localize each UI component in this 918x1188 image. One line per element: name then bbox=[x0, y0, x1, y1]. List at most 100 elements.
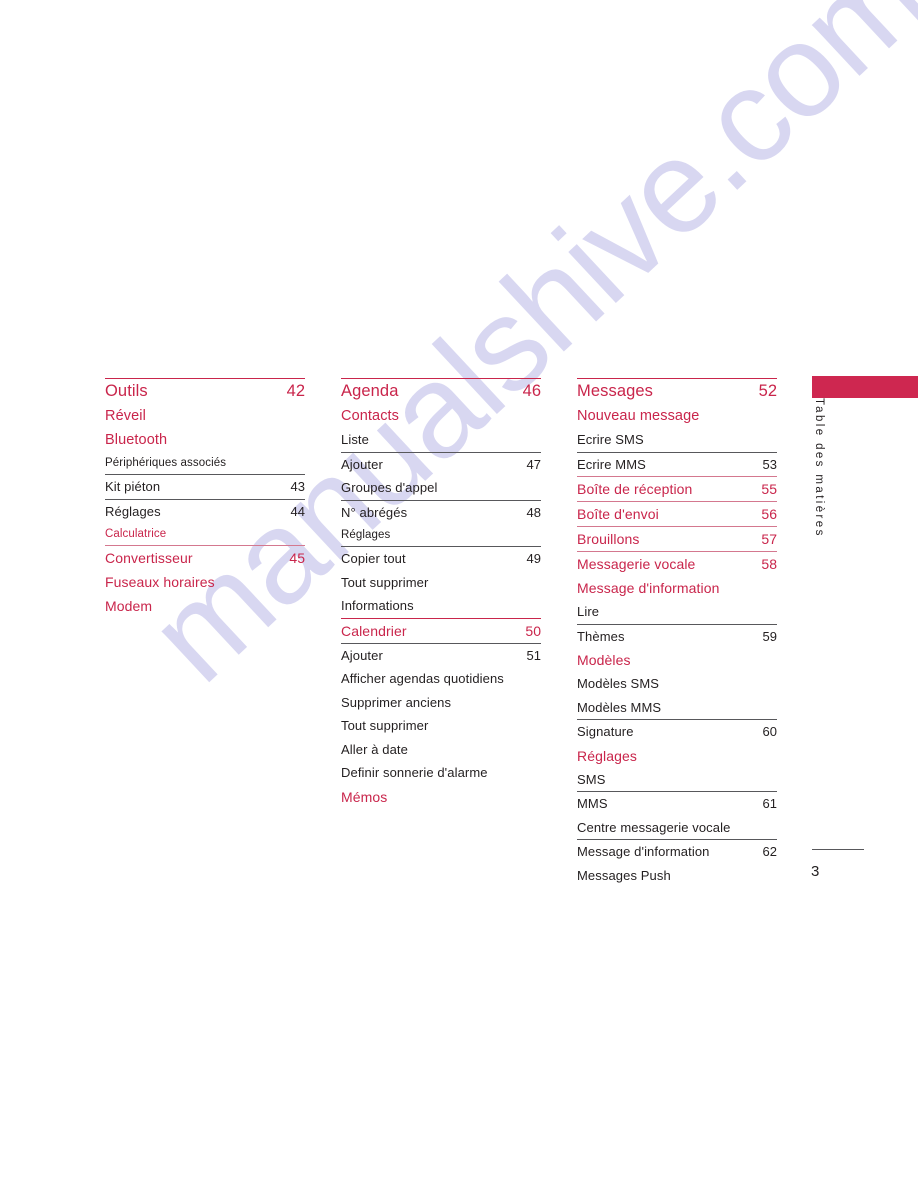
toc-entry[interactable]: Réglages bbox=[577, 744, 777, 768]
toc-entry-page: 43 bbox=[290, 479, 305, 494]
toc-entry[interactable]: Réglages bbox=[341, 524, 541, 546]
toc-column-1: Outils 42 Réveil Bluetooth Périphériques ass… bbox=[105, 378, 305, 887]
toc-entry[interactable]: Messagerie vocale 58 bbox=[577, 551, 777, 576]
toc-entry[interactable]: Ajouter 47 bbox=[341, 451, 541, 477]
toc-entry-page: 58 bbox=[761, 556, 777, 572]
toc-entry-page: 51 bbox=[526, 647, 541, 663]
toc-entry-label: Outils bbox=[105, 382, 148, 400]
toc-entry[interactable]: Agenda 46 bbox=[341, 378, 541, 404]
toc-entry[interactable]: Modèles bbox=[577, 648, 777, 672]
toc-entry-label: Réglages bbox=[341, 529, 391, 541]
toc-entry[interactable]: Boîte d'envoi 56 bbox=[577, 501, 777, 526]
toc-entry[interactable]: N° abrégés 48 bbox=[341, 499, 541, 525]
toc-entry-label: Brouillons bbox=[577, 531, 640, 547]
toc-entry-page: 49 bbox=[526, 551, 541, 566]
section-tab-label: Table des matières bbox=[806, 398, 832, 548]
toc-entry-label: MMS bbox=[577, 796, 608, 811]
toc-entry[interactable]: Signature 60 bbox=[577, 719, 777, 744]
toc-entry-page: 61 bbox=[762, 796, 777, 811]
page-number: 3 bbox=[811, 863, 820, 880]
toc-entry[interactable]: Brouillons 57 bbox=[577, 526, 777, 551]
toc-entry-label: Message d'information bbox=[577, 844, 710, 859]
toc-entry-page: 47 bbox=[526, 456, 541, 472]
toc-entry-label: Réglages bbox=[577, 747, 637, 764]
toc-entry-page: 45 bbox=[289, 550, 305, 566]
toc-entry[interactable]: Calendrier 50 bbox=[341, 617, 541, 643]
toc-entry[interactable]: Tout supprimer bbox=[341, 714, 541, 738]
section-tab-text: Table des matières bbox=[813, 398, 825, 538]
toc-entry[interactable]: Centre messagerie vocale bbox=[577, 816, 777, 840]
toc-entry-label: Réveil bbox=[105, 408, 146, 424]
toc-entry-label: Convertisseur bbox=[105, 550, 193, 566]
toc-entry-label: Ajouter bbox=[341, 456, 383, 472]
toc-entry-page: 59 bbox=[762, 628, 777, 644]
toc-entry-label: Modèles MMS bbox=[577, 699, 662, 715]
toc-entry[interactable]: Ecrire SMS bbox=[577, 428, 777, 452]
toc-entry-label: Contacts bbox=[341, 408, 400, 424]
toc-entry-label: Calendrier bbox=[341, 622, 407, 639]
toc-entry[interactable]: Copier tout 49 bbox=[341, 546, 541, 571]
toc-entry[interactable]: Thèmes 59 bbox=[577, 623, 777, 649]
toc-entry[interactable]: Contacts bbox=[341, 404, 541, 428]
toc-entry-label: Thèmes bbox=[577, 628, 625, 644]
toc-entry[interactable]: Réglages 44 bbox=[105, 498, 305, 524]
toc-entry-label: Groupes d'appel bbox=[341, 480, 438, 495]
toc-entry[interactable]: Message d'information bbox=[577, 576, 777, 600]
toc-entry-page: 55 bbox=[761, 481, 777, 497]
toc-entry[interactable]: Fuseaux horaires bbox=[105, 570, 305, 594]
toc-entry[interactable]: Périphériques associés bbox=[105, 452, 305, 474]
table-of-contents: Outils 42 Réveil Bluetooth Périphériques ass… bbox=[105, 378, 777, 887]
toc-entry-label: Ajouter bbox=[341, 647, 383, 663]
toc-entry[interactable]: Mémos bbox=[341, 785, 541, 809]
toc-entry-label: Definir sonnerie d'alarme bbox=[341, 765, 488, 780]
toc-entry[interactable]: Messages 52 bbox=[577, 378, 777, 404]
toc-entry[interactable]: Tout supprimer bbox=[341, 571, 541, 595]
toc-entry[interactable]: Boîte de réception 55 bbox=[577, 476, 777, 501]
toc-entry-label: Ecrire SMS bbox=[577, 432, 644, 447]
toc-entry-label: Tout supprimer bbox=[341, 574, 429, 590]
toc-entry-label: Calculatrice bbox=[105, 528, 167, 540]
toc-entry[interactable]: Liste bbox=[341, 428, 541, 452]
toc-entry-label: Périphériques associés bbox=[105, 457, 227, 469]
toc-entry[interactable]: Nouveau message bbox=[577, 404, 777, 428]
toc-entry[interactable]: Outils 42 bbox=[105, 378, 305, 404]
footer-divider bbox=[812, 849, 864, 850]
toc-entry-label: Bluetooth bbox=[105, 432, 168, 448]
toc-entry[interactable]: Lire bbox=[577, 600, 777, 624]
toc-entry[interactable]: SMS bbox=[577, 768, 777, 792]
toc-entry-page: 52 bbox=[758, 382, 777, 400]
toc-entry-label: SMS bbox=[577, 771, 606, 787]
toc-entry[interactable]: Afficher agendas quotidiens bbox=[341, 667, 541, 691]
toc-entry-label: Liste bbox=[341, 432, 369, 447]
toc-entry-page: 62 bbox=[762, 844, 777, 859]
toc-entry[interactable]: Supprimer anciens bbox=[341, 691, 541, 715]
toc-entry[interactable]: Ajouter 51 bbox=[341, 642, 541, 668]
toc-entry[interactable]: Definir sonnerie d'alarme bbox=[341, 761, 541, 785]
toc-entry[interactable]: Modèles SMS bbox=[577, 672, 777, 696]
toc-entry-page: 46 bbox=[522, 382, 541, 400]
toc-entry[interactable]: Modèles MMS bbox=[577, 696, 777, 720]
toc-entry[interactable]: Réveil bbox=[105, 404, 305, 428]
toc-entry-label: Messages bbox=[577, 382, 654, 400]
toc-entry[interactable]: Informations bbox=[341, 594, 541, 618]
toc-entry[interactable]: Ecrire MMS 53 bbox=[577, 451, 777, 477]
toc-entry[interactable]: MMS 61 bbox=[577, 791, 777, 816]
toc-entry-label: Kit piéton bbox=[105, 479, 161, 494]
toc-entry-page: 56 bbox=[761, 506, 777, 522]
toc-entry[interactable]: Aller à date bbox=[341, 738, 541, 762]
toc-entry-page: 48 bbox=[526, 504, 541, 520]
toc-entry-label: Boîte d'envoi bbox=[577, 506, 659, 522]
toc-entry-label: Tout supprimer bbox=[341, 718, 429, 733]
toc-entry[interactable]: Convertisseur 45 bbox=[105, 545, 305, 570]
toc-entry-page: 44 bbox=[290, 503, 305, 519]
toc-entry[interactable]: Messages Push bbox=[577, 864, 777, 888]
toc-entry[interactable]: Bluetooth bbox=[105, 428, 305, 452]
toc-entry-label: Message d'information bbox=[577, 580, 720, 596]
toc-entry[interactable]: Modem bbox=[105, 594, 305, 618]
toc-entry[interactable]: Message d'information 62 bbox=[577, 839, 777, 864]
toc-entry[interactable]: Kit piéton 43 bbox=[105, 474, 305, 499]
toc-entry-label: Fuseaux horaires bbox=[105, 574, 215, 590]
toc-entry-label: Boîte de réception bbox=[577, 481, 693, 497]
toc-entry[interactable]: Groupes d'appel bbox=[341, 476, 541, 500]
toc-entry[interactable]: Calculatrice bbox=[105, 523, 305, 545]
